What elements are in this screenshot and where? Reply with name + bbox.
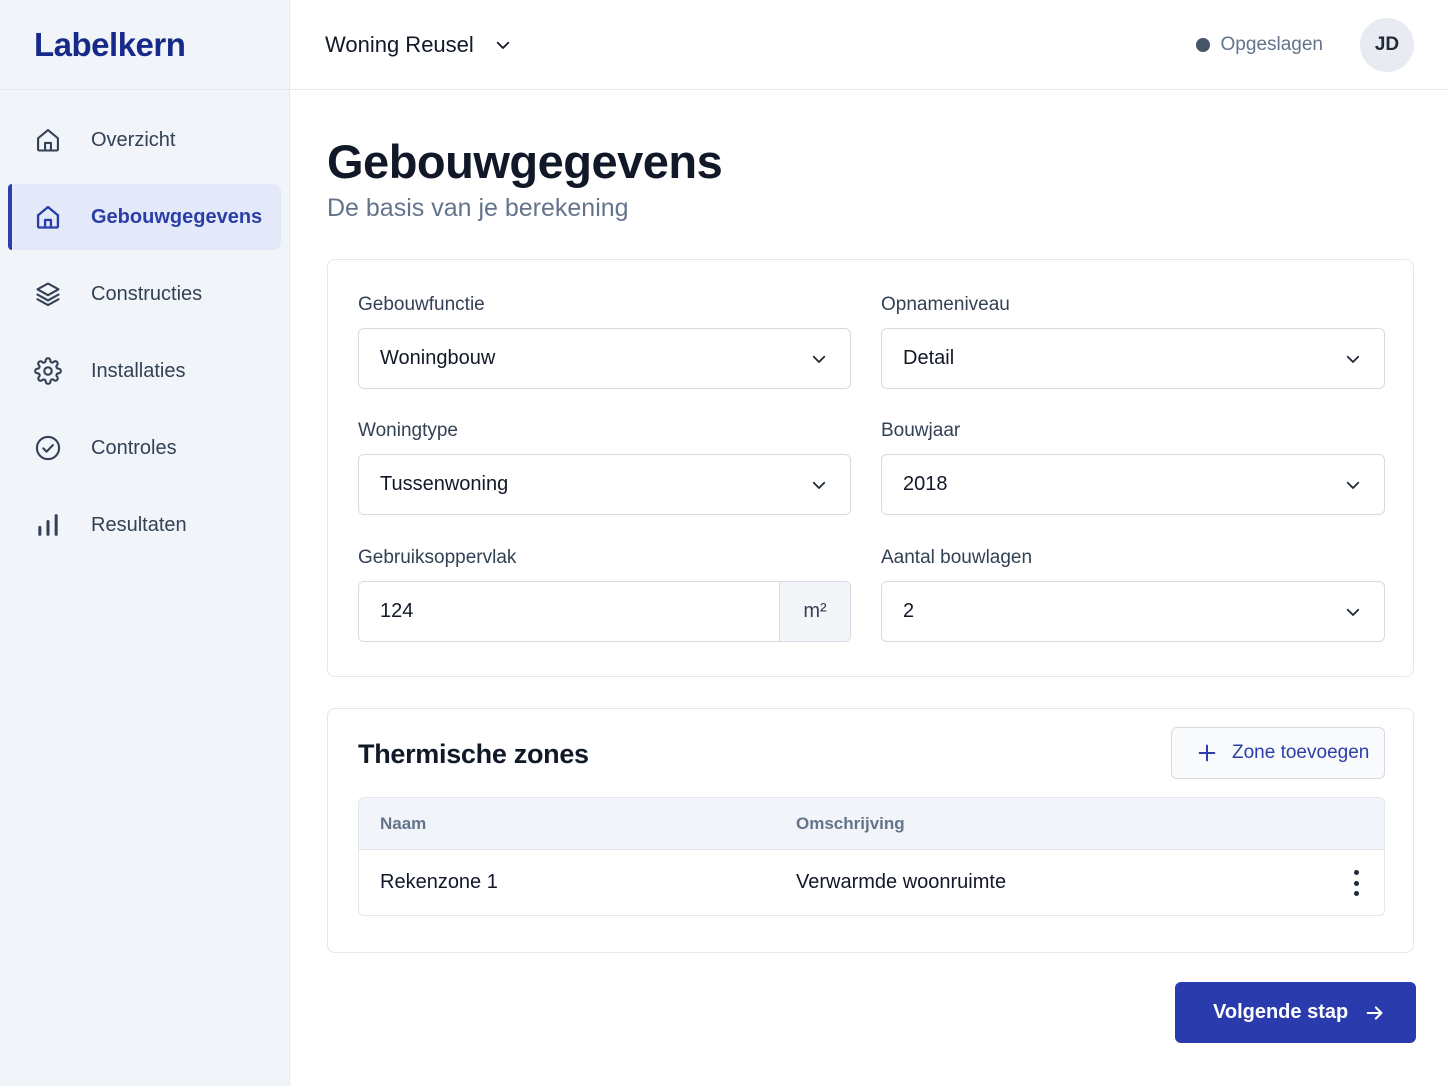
avatar[interactable]: JD	[1360, 17, 1414, 72]
sidebar-item-label: Constructies	[91, 282, 203, 305]
arrow-right-icon	[1364, 1002, 1386, 1024]
table-row[interactable]: Rekenzone 1 Verwarmde woonruimte	[359, 850, 1384, 915]
unit-addon: m²	[779, 582, 850, 641]
zone-name: Rekenzone 1	[380, 871, 498, 893]
gebruiksoppervlak-field: 124 m²	[358, 581, 851, 642]
zones-title: Thermische zones	[358, 739, 589, 769]
sidebar-item-gebouwgegevens[interactable]: Gebouwgegevens	[8, 184, 281, 250]
building-form-card: Gebouwfunctie Woningbouw Opnameniveau De…	[327, 259, 1414, 677]
sidebar-item-installaties[interactable]: Installaties	[8, 338, 281, 404]
home-icon	[33, 202, 63, 232]
sidebar-nav: Overzicht Gebouwgegevens Constructies In…	[0, 90, 289, 558]
add-zone-button[interactable]: Zone toevoegen	[1171, 727, 1385, 779]
zone-description: Verwarmde woonruimte	[796, 871, 1007, 893]
gebouwfunctie-select[interactable]: Woningbouw	[358, 328, 851, 389]
sidebar-item-label: Gebouwgegevens	[91, 205, 263, 228]
select-value: Tussenwoning	[380, 473, 509, 495]
project-selector[interactable]: Woning Reusel	[325, 32, 512, 58]
sidebar-item-label: Overzicht	[91, 128, 176, 151]
bouwjaar-select[interactable]: 2018	[881, 454, 1385, 515]
gear-icon	[33, 356, 63, 386]
sidebar: Labelkern Overzicht Gebouwgegevens Const…	[0, 0, 290, 1086]
chevron-down-icon	[1344, 603, 1362, 621]
column-header-omschrijving[interactable]: Omschrijving	[796, 814, 905, 834]
sidebar-item-label: Controles	[91, 436, 177, 459]
opnameniveau-label: Opnameniveau	[881, 294, 1010, 315]
next-step-button[interactable]: Volgende stap	[1175, 982, 1416, 1043]
gebruiksoppervlak-label: Gebruiksoppervlak	[358, 547, 517, 568]
column-header-naam[interactable]: Naam	[380, 814, 426, 834]
select-value: Detail	[903, 347, 955, 369]
thermal-zones-card: Thermische zones Zone toevoegen Naam Oms…	[327, 708, 1414, 953]
bouwlagen-select[interactable]: 2	[881, 581, 1385, 642]
sidebar-item-controles[interactable]: Controles	[8, 415, 281, 481]
sidebar-item-constructies[interactable]: Constructies	[8, 261, 281, 327]
app-logo[interactable]: Labelkern	[34, 26, 186, 64]
plus-icon	[1196, 742, 1218, 764]
project-name: Woning Reusel	[325, 31, 474, 57]
status-dot-icon	[1195, 37, 1210, 52]
chevron-down-icon	[810, 350, 828, 368]
layers-icon	[33, 279, 63, 309]
sidebar-item-label: Resultaten	[91, 513, 187, 536]
save-status: Opgeslagen	[1220, 33, 1323, 55]
chevron-down-icon	[810, 476, 828, 494]
gebouwfunctie-label: Gebouwfunctie	[358, 294, 485, 315]
sidebar-item-label: Installaties	[91, 359, 186, 382]
logo-area: Labelkern	[0, 0, 289, 90]
add-zone-label: Zone toevoegen	[1232, 742, 1370, 763]
woningtype-label: Woningtype	[358, 420, 458, 441]
chevron-down-icon	[494, 36, 512, 54]
select-value: 2	[903, 600, 915, 622]
next-step-label: Volgende stap	[1213, 1001, 1349, 1023]
woningtype-select[interactable]: Tussenwoning	[358, 454, 851, 515]
chevron-down-icon	[1344, 350, 1362, 368]
gebruiksoppervlak-input[interactable]: 124	[359, 582, 779, 641]
table-header: Naam Omschrijving	[359, 798, 1384, 850]
opnameniveau-select[interactable]: Detail	[881, 328, 1385, 389]
sidebar-item-resultaten[interactable]: Resultaten	[8, 492, 281, 558]
bar-chart-icon	[33, 510, 63, 540]
check-circle-icon	[33, 433, 63, 463]
topbar: Woning Reusel Opgeslagen JD	[290, 0, 1448, 90]
chevron-down-icon	[1344, 476, 1362, 494]
more-vertical-icon[interactable]	[1350, 870, 1362, 896]
zones-table: Naam Omschrijving Rekenzone 1 Verwarmde …	[358, 797, 1385, 916]
home-icon	[33, 125, 63, 155]
bouwlagen-label: Aantal bouwlagen	[881, 547, 1033, 568]
page-title: Gebouwgegevens	[327, 135, 723, 188]
topbar-right: Opgeslagen JD	[1195, 17, 1414, 72]
select-value: 2018	[903, 473, 948, 495]
sidebar-item-overzicht[interactable]: Overzicht	[8, 107, 281, 173]
bouwjaar-label: Bouwjaar	[881, 420, 961, 441]
page-subtitle: De basis van je berekening	[327, 194, 629, 222]
select-value: Woningbouw	[380, 347, 496, 369]
